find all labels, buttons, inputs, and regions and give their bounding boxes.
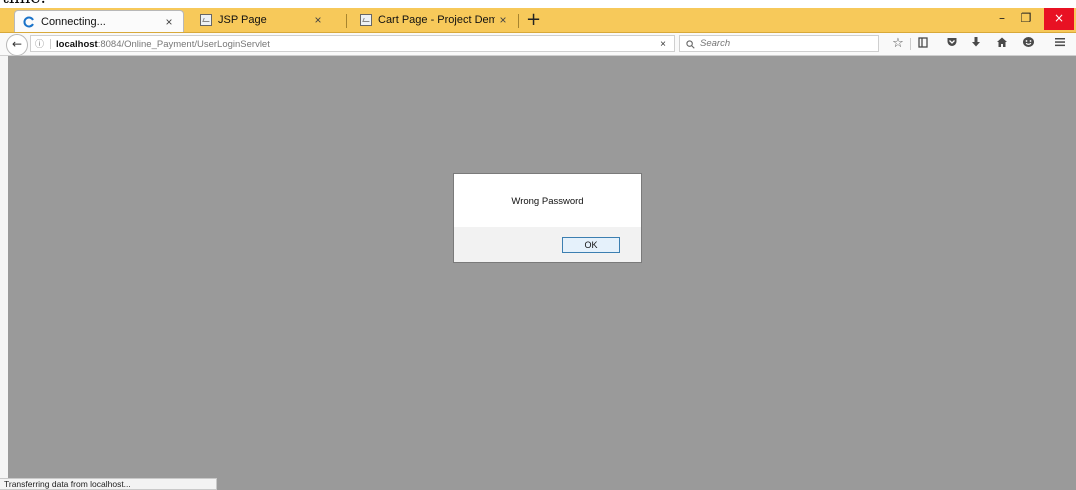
tab-label: Connecting... <box>41 15 106 28</box>
search-input[interactable] <box>700 37 870 50</box>
page-overlay <box>8 56 1076 490</box>
minimize-button[interactable]: – <box>990 8 1014 30</box>
tab-close-icon[interactable]: × <box>161 15 177 29</box>
menu-icon[interactable] <box>1052 36 1068 52</box>
alert-message: Wrong Password <box>511 196 584 207</box>
tab-label: JSP Page <box>218 14 267 26</box>
alert-footer: OK <box>454 227 641 262</box>
page-icon <box>360 14 372 26</box>
stop-loading-button[interactable]: × <box>660 36 666 53</box>
loading-spinner-icon <box>23 16 34 27</box>
tab-cart-page[interactable]: Cart Page - Project Demo × <box>352 10 517 30</box>
tab-close-icon[interactable]: × <box>310 13 326 27</box>
toolbar-divider <box>910 38 911 50</box>
bookmark-star-icon[interactable]: ☆ <box>890 36 906 52</box>
bookmarks-library-icon[interactable] <box>915 36 931 52</box>
alert-dialog: Wrong Password OK <box>453 173 642 263</box>
tab-label: Cart Page - Project Demo <box>378 14 495 26</box>
pocket-icon[interactable] <box>944 36 960 52</box>
search-bar[interactable] <box>679 35 879 52</box>
tab-close-icon[interactable]: × <box>495 13 511 27</box>
back-button[interactable]: ← <box>6 34 28 56</box>
url-divider <box>50 39 51 49</box>
status-bar: Transferring data from localhost... <box>0 478 217 490</box>
restore-button[interactable]: ❐ <box>1014 8 1038 30</box>
tab-divider <box>346 14 347 28</box>
tab-connecting[interactable]: Connecting... × <box>14 10 184 32</box>
navigation-toolbar: ← ⓘ localhost:8084/Online_Payment/UserLo… <box>0 33 1076 56</box>
cropped-caption-text: time. <box>2 0 46 8</box>
url-host: localhost <box>56 39 98 50</box>
hello-chat-icon[interactable] <box>1020 36 1036 52</box>
new-tab-button[interactable]: + <box>526 11 541 29</box>
back-arrow-icon: ← <box>11 37 23 51</box>
home-icon[interactable] <box>994 36 1010 52</box>
window-edge <box>0 56 8 490</box>
page-icon <box>200 14 212 26</box>
info-icon[interactable]: ⓘ <box>35 36 44 53</box>
tab-strip: Connecting... × JSP Page × Cart Page - P… <box>0 8 1076 33</box>
url-text: localhost:8084/Online_Payment/UserLoginS… <box>56 36 270 53</box>
tab-jsp-page[interactable]: JSP Page × <box>192 10 332 30</box>
url-bar[interactable]: ⓘ localhost:8084/Online_Payment/UserLogi… <box>30 35 675 52</box>
tab-divider <box>518 14 519 28</box>
downloads-icon[interactable] <box>968 36 984 52</box>
close-window-button[interactable]: × <box>1044 8 1074 30</box>
search-icon <box>686 40 695 49</box>
url-path: :8084/Online_Payment/UserLoginServlet <box>97 39 270 50</box>
ok-button[interactable]: OK <box>562 237 620 253</box>
